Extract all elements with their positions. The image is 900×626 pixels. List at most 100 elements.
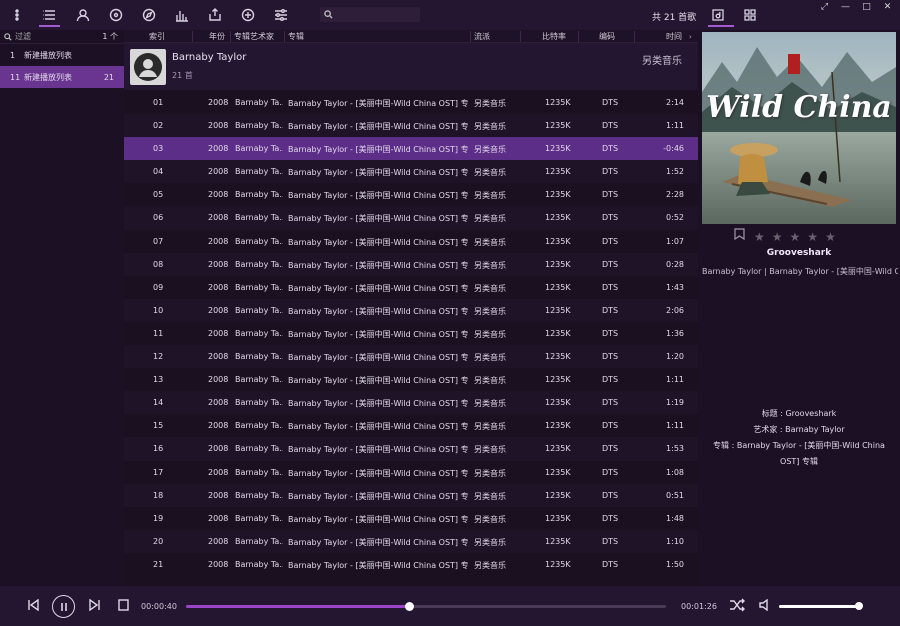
equalizer-icon[interactable]	[165, 0, 198, 30]
stop-icon[interactable]	[118, 599, 129, 614]
col-divider[interactable]	[192, 31, 193, 42]
star-icon[interactable]: ★	[807, 230, 818, 244]
track-year: 2008	[208, 167, 229, 177]
track-index: 16	[153, 444, 164, 454]
table-row[interactable]: 16 2008 Barnaby Ta... Barnaby Taylor - [美丽中…	[124, 437, 698, 461]
col-divider[interactable]	[470, 31, 471, 42]
table-row[interactable]: 20 2008 Barnaby Ta... Barnaby Taylor - [美丽中…	[124, 529, 698, 553]
track-bitrate: 1235K	[545, 421, 571, 431]
table-row[interactable]: 02 2008 Barnaby Ta... Barnaby Taylor - [美丽中…	[124, 114, 698, 138]
maximize-icon[interactable]: □	[856, 2, 877, 12]
track-album-artist: Barnaby Ta...	[235, 536, 283, 546]
table-row[interactable]: 12 2008 Barnaby Ta... Barnaby Taylor - [美丽中…	[124, 345, 698, 369]
miniplayer-icon[interactable]: ⤢	[814, 2, 835, 12]
search-input[interactable]	[336, 10, 416, 19]
user-icon[interactable]	[66, 0, 99, 30]
sliders-icon[interactable]	[264, 0, 297, 30]
table-row[interactable]: 03 2008 Barnaby Ta... Barnaby Taylor - [美丽中…	[124, 137, 698, 161]
artist-group-header[interactable]: Barnaby Taylor 21 首 另类音乐	[124, 43, 698, 90]
col-index[interactable]: 索引	[149, 31, 165, 42]
star-icon[interactable]: ★	[790, 230, 801, 244]
table-row[interactable]: 11 2008 Barnaby Ta... Barnaby Taylor - [美丽中…	[124, 322, 698, 345]
col-divider[interactable]	[634, 31, 635, 42]
track-codec: DTS	[602, 190, 619, 200]
track-genre: 另类音乐	[474, 445, 506, 455]
progress-handle[interactable]	[405, 602, 415, 611]
next-icon[interactable]	[89, 598, 100, 614]
sidebar-item-playlist-1[interactable]: 1 新建播放列表	[0, 44, 124, 66]
compass-icon[interactable]	[132, 0, 165, 30]
table-row[interactable]: 13 2008 Barnaby Ta... Barnaby Taylor - [美丽中…	[124, 368, 698, 391]
now-playing-view-icon[interactable]	[708, 5, 734, 27]
close-icon[interactable]: ✕	[877, 2, 898, 12]
track-codec: DTS	[602, 352, 619, 362]
column-header: 索引 年份 专辑艺术家 专辑 流派 比特率 编码 时间	[124, 30, 698, 43]
progress-bar[interactable]	[186, 602, 666, 611]
table-row[interactable]: 05 2008 Barnaby Ta... Barnaby Taylor - [美丽中…	[124, 183, 698, 206]
col-bitrate[interactable]: 比特率	[542, 31, 566, 42]
pause-button[interactable]	[52, 595, 75, 618]
table-row[interactable]: 01 2008 Barnaby Ta... Barnaby Taylor - [美丽中…	[124, 91, 698, 114]
shuffle-icon[interactable]	[729, 598, 745, 615]
track-duration: 1:53	[666, 444, 684, 454]
column-scroll-arrow[interactable]: ›	[689, 33, 692, 41]
top-toolbar: 共 21 首歌 ⤢ — □ ✕	[0, 0, 900, 30]
table-row[interactable]: 17 2008 Barnaby Ta... Barnaby Taylor - [美丽中…	[124, 461, 698, 484]
playlist-filter[interactable]: 过滤 1 个	[0, 30, 124, 44]
table-row[interactable]: 14 2008 Barnaby Ta... Barnaby Taylor - [美丽中…	[124, 391, 698, 415]
export-icon[interactable]	[198, 0, 231, 30]
col-album-artist[interactable]: 专辑艺术家	[234, 31, 274, 42]
col-divider[interactable]	[230, 31, 231, 42]
previous-icon[interactable]	[28, 598, 39, 614]
track-duration: 0:28	[666, 259, 684, 269]
col-codec[interactable]: 编码	[599, 31, 615, 42]
col-divider[interactable]	[578, 31, 579, 42]
favorite-icon[interactable]	[734, 228, 745, 243]
track-index: 04	[153, 167, 164, 177]
star-icon[interactable]: ★	[825, 230, 836, 244]
col-year[interactable]: 年份	[209, 31, 225, 42]
minimize-icon[interactable]: —	[835, 2, 856, 12]
grid-view-icon[interactable]	[740, 5, 760, 25]
col-duration[interactable]: 时间	[666, 31, 682, 42]
table-row[interactable]: 19 2008 Barnaby Ta... Barnaby Taylor - [美丽中…	[124, 507, 698, 530]
col-album[interactable]: 专辑	[288, 31, 304, 42]
star-rating[interactable]: ★ ★ ★ ★ ★	[754, 230, 836, 244]
volume-handle[interactable]	[855, 602, 864, 610]
table-row[interactable]: 10 2008 Barnaby Ta... Barnaby Taylor - [美丽中…	[124, 298, 698, 322]
add-icon[interactable]	[231, 0, 264, 30]
track-codec: DTS	[602, 121, 619, 131]
col-genre[interactable]: 流派	[474, 31, 490, 42]
list-icon[interactable]	[33, 0, 66, 30]
search-box[interactable]	[320, 7, 420, 22]
volume-icon[interactable]	[759, 598, 771, 614]
star-icon[interactable]: ★	[772, 230, 783, 244]
track-codec: DTS	[602, 98, 619, 107]
disc-icon[interactable]	[99, 0, 132, 30]
track-codec: DTS	[602, 167, 619, 177]
menu-icon[interactable]	[0, 0, 33, 30]
track-album-artist: Barnaby Ta...	[235, 236, 283, 246]
table-row[interactable]: 18 2008 Barnaby Ta... Barnaby Taylor - [美丽中…	[124, 483, 698, 507]
table-row[interactable]: 07 2008 Barnaby Ta... Barnaby Taylor - [美丽中…	[124, 230, 698, 253]
track-duration: 1:11	[666, 375, 684, 385]
table-row[interactable]: 21 2008 Barnaby Ta... Barnaby Taylor - [美丽中…	[124, 553, 698, 576]
table-row[interactable]: 15 2008 Barnaby Ta... Barnaby Taylor - [美丽中…	[124, 414, 698, 437]
track-album: Barnaby Taylor - [美丽中国-Wild China OST] 专…	[288, 514, 468, 524]
table-row[interactable]: 09 2008 Barnaby Ta... Barnaby Taylor - [美丽中…	[124, 276, 698, 299]
volume-slider[interactable]	[779, 602, 864, 610]
track-album: Barnaby Taylor - [美丽中国-Wild China OST] 专…	[288, 145, 468, 155]
star-icon[interactable]: ★	[754, 230, 765, 244]
col-divider[interactable]	[520, 31, 521, 42]
track-bitrate: 1235K	[545, 305, 571, 315]
track-duration: 1:48	[666, 513, 684, 523]
table-row[interactable]: 06 2008 Barnaby Ta... Barnaby Taylor - [美丽中…	[124, 206, 698, 230]
table-row[interactable]: 04 2008 Barnaby Ta... Barnaby Taylor - [美丽中…	[124, 160, 698, 184]
track-bitrate: 1235K	[545, 559, 571, 569]
table-row[interactable]: 08 2008 Barnaby Ta... Barnaby Taylor - [美丽中…	[124, 252, 698, 276]
sidebar-item-playlist-11[interactable]: 11 新建播放列表 21	[0, 66, 124, 88]
col-divider[interactable]	[284, 31, 285, 42]
track-index: 11	[153, 328, 164, 338]
track-album-artist: Barnaby Ta...	[235, 490, 283, 500]
group-genre: 另类音乐	[642, 56, 682, 67]
